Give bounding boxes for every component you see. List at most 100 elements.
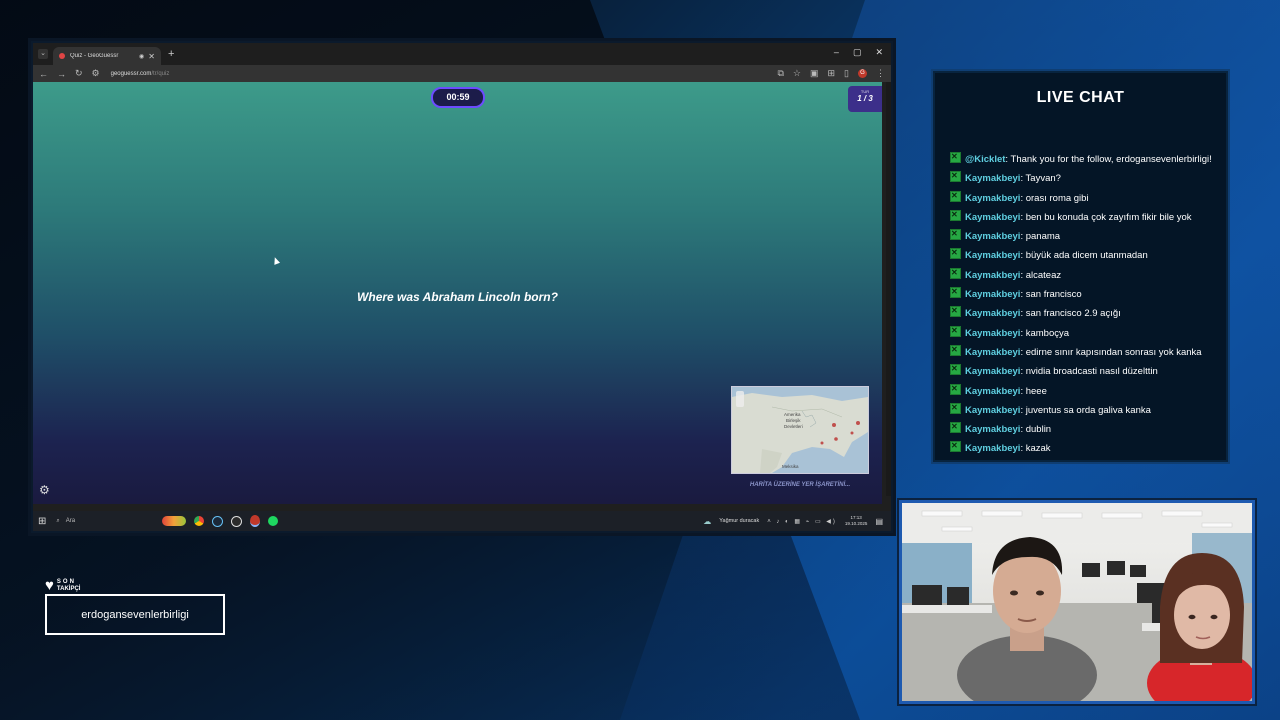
chat-username[interactable]: Kaymakbeyi bbox=[965, 347, 1020, 358]
chat-username[interactable]: Kaymakbeyi bbox=[965, 443, 1020, 454]
chat-text: : edirne sınır kapısından sonrası yok ka… bbox=[1020, 346, 1202, 358]
chat-message: Kaymakbeyi: Tayvan? bbox=[950, 170, 1218, 185]
chat-message: Kaymakbeyi: panama bbox=[950, 228, 1218, 243]
notification-icon[interactable]: ▤ bbox=[875, 517, 883, 526]
forward-icon[interactable]: → bbox=[57, 69, 66, 79]
settings-gear-icon[interactable]: ⚙ bbox=[39, 483, 50, 497]
live-chat-panel: LIVE CHAT @Kicklet: Thank you for the fo… bbox=[931, 69, 1230, 464]
last-follower-label-bottom: TAKİPÇİ bbox=[56, 585, 81, 592]
game-viewport: 00:59 TUR 1 / 3 Where was Abraham Lincol… bbox=[33, 82, 882, 504]
chat-badge-icon bbox=[950, 170, 961, 183]
window-controls: – ▢ ✕ bbox=[834, 47, 883, 58]
chat-badge-icon bbox=[950, 267, 961, 279]
tab-bar: ⌄ Quiz - GeoGuessr ◉ ✕ + – ▢ ✕ bbox=[33, 43, 891, 65]
countdown-timer: 00:59 bbox=[431, 87, 485, 108]
chat-text: : büyük ada dicem utanmadan bbox=[1020, 250, 1148, 262]
chat-badge-icon bbox=[950, 209, 961, 221]
chat-username[interactable]: Kaymakbeyi bbox=[965, 424, 1020, 435]
spotify-icon[interactable] bbox=[268, 516, 279, 526]
site-info-icon[interactable]: ⚙ bbox=[92, 68, 100, 79]
taskbar-search-placeholder: Ara bbox=[65, 518, 76, 524]
chat-text: : nvidia broadcasti nasıl düzelttin bbox=[1020, 366, 1158, 378]
chat-badge-icon bbox=[950, 383, 961, 395]
round-label: TUR bbox=[860, 89, 870, 94]
round-value: 1 / 3 bbox=[857, 94, 873, 103]
chat-username[interactable]: @Kicklet bbox=[965, 154, 1005, 165]
map-label-amerika: Amerika bbox=[784, 412, 801, 417]
chat-message: Kaymakbeyi: kazak bbox=[950, 440, 1218, 455]
system-tray-icons[interactable]: ˄ ♪ ◐ ▦ ⌁ ▭ ◀) bbox=[767, 518, 837, 525]
chat-text: : dublin bbox=[1020, 424, 1052, 436]
windows-start-icon[interactable]: ⊞ bbox=[38, 516, 46, 527]
map-label-meksika: Meksika bbox=[782, 464, 799, 469]
chat-username[interactable]: Kaymakbeyi bbox=[965, 231, 1020, 242]
chat-message: Kaymakbeyi: san francisco bbox=[950, 286, 1218, 301]
last-follower-header: ♥ SON TAKİPÇİ bbox=[45, 577, 80, 594]
minimize-button[interactable]: – bbox=[834, 47, 839, 58]
chat-username[interactable]: Kaymakbeyi bbox=[965, 308, 1020, 319]
fruit-app-icon[interactable] bbox=[162, 516, 187, 526]
chat-badge-icon bbox=[950, 228, 961, 241]
chat-badge-icon bbox=[950, 325, 961, 337]
taskbar-apps bbox=[162, 515, 279, 527]
reload-icon[interactable]: ↻ bbox=[75, 68, 83, 79]
url-field[interactable]: geoguessr.com/tr/quiz bbox=[111, 71, 170, 77]
profile-avatar[interactable]: G bbox=[858, 69, 867, 78]
bookmark-star-icon[interactable]: ☆ bbox=[793, 68, 801, 79]
chat-text: : kamboçya bbox=[1020, 327, 1070, 339]
weather-text[interactable]: Yağmur duracak bbox=[719, 518, 759, 524]
page-scrollbar[interactable] bbox=[886, 82, 891, 496]
puzzle-icon[interactable]: ⊞ bbox=[828, 68, 836, 79]
chat-message: Kaymakbeyi: orası roma gibi bbox=[950, 190, 1218, 205]
cast-icon[interactable]: ⧉ bbox=[777, 68, 783, 79]
chat-username[interactable]: Kaymakbeyi bbox=[965, 405, 1020, 416]
chat-username[interactable]: Kaymakbeyi bbox=[965, 173, 1020, 184]
chat-username[interactable]: Kaymakbeyi bbox=[965, 270, 1020, 281]
new-tab-button[interactable]: + bbox=[168, 48, 174, 60]
chat-text: : san francisco bbox=[1020, 289, 1082, 301]
chat-username[interactable]: Kaymakbeyi bbox=[965, 289, 1020, 300]
taskbar-clock[interactable]: 17:13 19.10.2025 bbox=[845, 515, 868, 527]
tab-title: Quiz - GeoGuessr bbox=[70, 53, 119, 59]
chat-text: : ben bu konuda çok zayıfım fikir bile y… bbox=[1020, 211, 1192, 223]
browser-tab[interactable]: Quiz - GeoGuessr ◉ ✕ bbox=[53, 47, 161, 65]
chat-username[interactable]: Kaymakbeyi bbox=[965, 250, 1020, 261]
last-follower-name: erdogansevenlerbirligi bbox=[45, 594, 225, 635]
chat-badge-icon bbox=[950, 363, 961, 376]
tab-search-icon[interactable]: ⌄ bbox=[38, 49, 48, 59]
browser-active-icon[interactable] bbox=[250, 515, 261, 527]
chat-username[interactable]: Kaymakbeyi bbox=[965, 328, 1020, 339]
chat-badge-icon bbox=[950, 402, 961, 414]
webcam-image bbox=[902, 503, 1252, 701]
maximize-button[interactable]: ▢ bbox=[853, 47, 862, 58]
chat-username[interactable]: Kaymakbeyi bbox=[965, 386, 1020, 397]
taskbar-search[interactable]: ⌕ Ara bbox=[56, 518, 136, 525]
steam-icon[interactable] bbox=[212, 515, 224, 527]
obs-icon[interactable] bbox=[231, 515, 243, 527]
guess-minimap[interactable]: Amerika Birleşik Devletleri Meksika bbox=[731, 386, 869, 474]
chat-text: : Thank you for the follow, erdoganseven… bbox=[1005, 154, 1212, 165]
chat-message: Kaymakbeyi: alcateaz bbox=[950, 267, 1218, 282]
close-window-button[interactable]: ✕ bbox=[875, 47, 883, 58]
chat-username[interactable]: Kaymakbeyi bbox=[965, 212, 1020, 223]
chat-message: Kaymakbeyi: ben bu konuda çok zayıfım fi… bbox=[950, 209, 1218, 224]
extensions-icon[interactable]: ▣ bbox=[810, 68, 819, 79]
menu-dots-icon[interactable]: ⋮ bbox=[876, 68, 885, 79]
address-bar: ← → ↻ ⚙ geoguessr.com/tr/quiz ⧉ ☆ ▣ ⊞ ▯ … bbox=[33, 65, 891, 82]
chat-badge-icon bbox=[950, 151, 961, 163]
chat-username[interactable]: Kaymakbeyi bbox=[965, 366, 1020, 377]
audio-icon[interactable]: ◉ bbox=[139, 53, 144, 60]
chat-message: Kaymakbeyi: büyük ada dicem utanmadan bbox=[950, 247, 1218, 262]
sidebar-icon[interactable]: ▯ bbox=[844, 68, 849, 79]
chat-badge-icon bbox=[950, 344, 961, 356]
chat-text: : Tayvan? bbox=[1020, 173, 1061, 185]
chat-text: : heee bbox=[1020, 385, 1047, 397]
chat-text: : juventus sa orda galiva kanka bbox=[1020, 404, 1151, 416]
tab-close-icon[interactable]: ✕ bbox=[148, 52, 155, 61]
chat-text: : alcateaz bbox=[1020, 269, 1062, 281]
chrome-icon[interactable] bbox=[194, 516, 205, 526]
chat-username[interactable]: Kaymakbeyi bbox=[965, 193, 1020, 204]
chat-message: Kaymakbeyi: nvidia broadcasti nasıl düze… bbox=[950, 363, 1218, 378]
back-icon[interactable]: ← bbox=[39, 69, 48, 79]
search-icon: ⌕ bbox=[56, 517, 60, 524]
